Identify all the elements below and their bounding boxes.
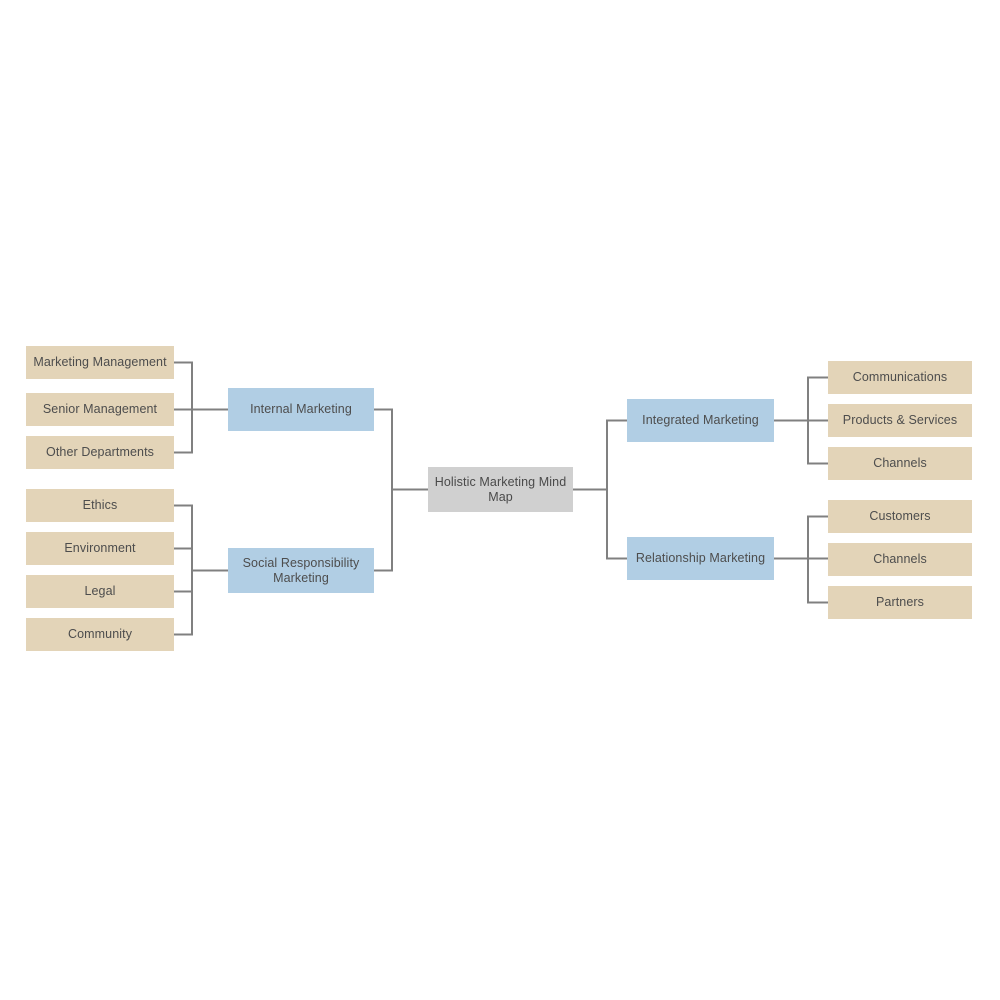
node-communications[interactable]: Communications: [828, 361, 972, 394]
node-social-responsibility-marketing[interactable]: Social Responsibility Marketing: [228, 548, 374, 593]
node-internal-marketing[interactable]: Internal Marketing: [228, 388, 374, 431]
node-relationship-marketing[interactable]: Relationship Marketing: [627, 537, 774, 580]
node-label: Internal Marketing: [250, 402, 352, 416]
edge-other-departments: [174, 409, 193, 454]
edge-community: [174, 570, 193, 636]
node-label: Integrated Marketing: [642, 413, 759, 427]
node-label: Other Departments: [46, 445, 154, 459]
node-other-departments[interactable]: Other Departments: [26, 436, 174, 469]
edge-marketing-management: [174, 361, 228, 411]
node-label: Partners: [875, 595, 925, 609]
node-label: Channels: [873, 552, 927, 566]
node-label: Products & Services: [842, 413, 958, 427]
node-integrated-marketing[interactable]: Integrated Marketing: [627, 399, 774, 442]
node-label: Social Responsibility Marketing: [242, 555, 360, 585]
mind-map-canvas: Marketing Management Senior Management O…: [0, 0, 1000, 1000]
edge-channels-integrated: [807, 420, 828, 465]
node-label: Legal: [84, 584, 116, 598]
node-marketing-management[interactable]: Marketing Management: [26, 346, 174, 379]
edge-root-to-integrated-marketing: [573, 419, 627, 491]
node-ethics[interactable]: Ethics: [26, 489, 174, 522]
node-products-and-services[interactable]: Products & Services: [828, 404, 972, 437]
edge-internal-marketing-to-root: [374, 408, 428, 491]
node-channels-relationship[interactable]: Channels: [828, 543, 972, 576]
node-community[interactable]: Community: [26, 618, 174, 651]
node-label: Channels: [873, 456, 927, 470]
node-label: Communications: [852, 370, 948, 384]
node-label: Relationship Marketing: [635, 551, 766, 565]
node-root-holistic-marketing-mind-map[interactable]: Holistic Marketing Mind Map: [428, 467, 573, 512]
edge-partners: [807, 558, 828, 604]
node-label: Customers: [869, 509, 931, 523]
edge-social-responsibility-to-root: [374, 489, 393, 572]
node-legal[interactable]: Legal: [26, 575, 174, 608]
node-environment[interactable]: Environment: [26, 532, 174, 565]
node-label: Marketing Management: [33, 355, 167, 369]
node-label: Community: [67, 627, 133, 641]
node-customers[interactable]: Customers: [828, 500, 972, 533]
node-partners[interactable]: Partners: [828, 586, 972, 619]
node-label: Ethics: [82, 498, 118, 512]
node-label: Holistic Marketing Mind Map: [434, 474, 567, 504]
node-senior-management[interactable]: Senior Management: [26, 393, 174, 426]
edge-customers: [774, 515, 828, 560]
node-label: Senior Management: [42, 402, 158, 416]
edge-ethics: [174, 504, 228, 572]
node-label: Environment: [64, 541, 136, 555]
edge-root-to-relationship-marketing: [606, 489, 627, 560]
edge-communications: [774, 376, 828, 422]
node-channels-integrated[interactable]: Channels: [828, 447, 972, 480]
